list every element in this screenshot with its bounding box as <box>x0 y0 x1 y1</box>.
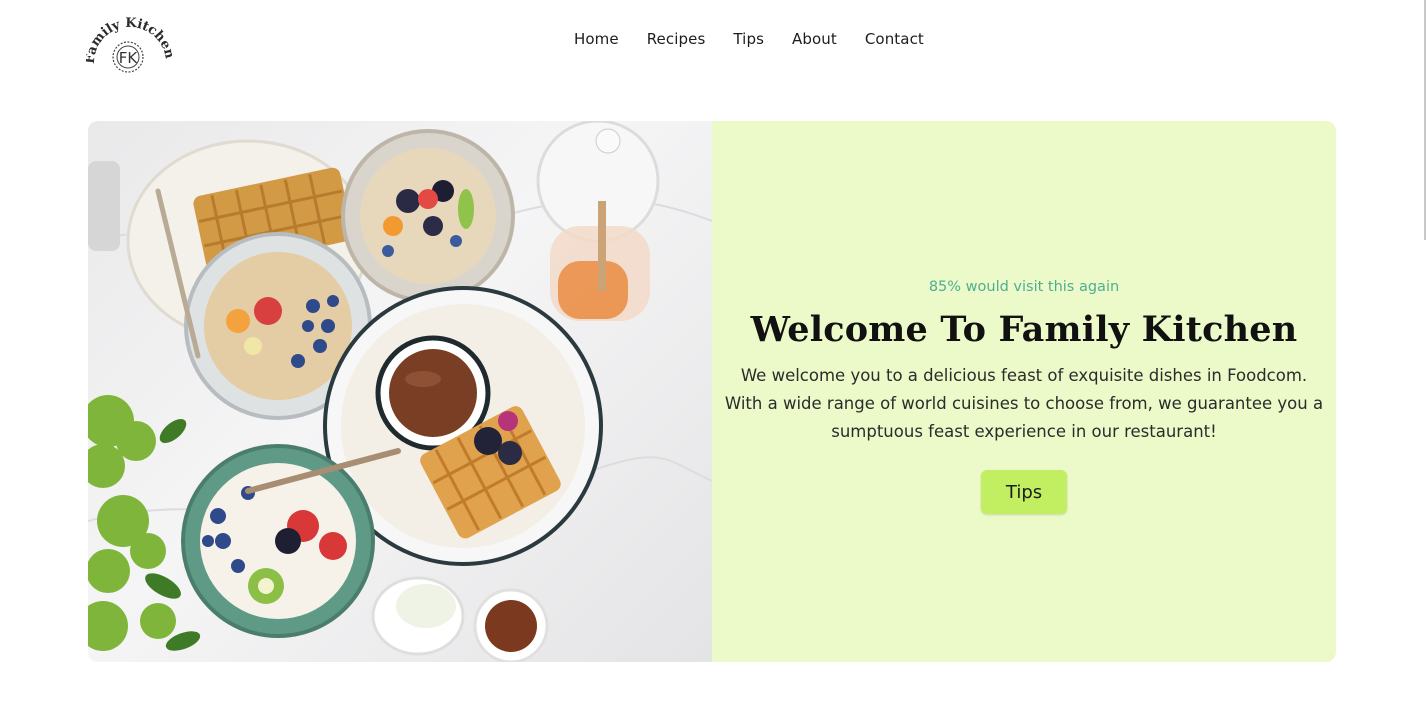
hero-tagline: 85% would visit this again <box>928 279 1120 295</box>
nav-contact[interactable]: Contact <box>865 29 924 49</box>
tips-button[interactable]: Tips <box>981 470 1067 514</box>
logo-monogram: FK <box>119 49 139 67</box>
nav-about[interactable]: About <box>792 29 837 49</box>
hero-description: We welcome you to a delicious feast of e… <box>724 366 1324 441</box>
hero-image <box>88 121 712 662</box>
nav-home[interactable]: Home <box>574 29 619 49</box>
nav-recipes[interactable]: Recipes <box>647 29 706 49</box>
hero-section: 85% would visit this again Welcome To Fa… <box>88 121 1336 662</box>
page: Family Kitchen FK Home Recipes Tips Abou… <box>0 0 1426 704</box>
hero-panel: 85% would visit this again Welcome To Fa… <box>712 121 1336 662</box>
hero-title: Welcome To Family Kitchen <box>750 309 1298 350</box>
nav-tips[interactable]: Tips <box>733 29 764 49</box>
brand-logo[interactable]: Family Kitchen FK <box>86 12 172 74</box>
